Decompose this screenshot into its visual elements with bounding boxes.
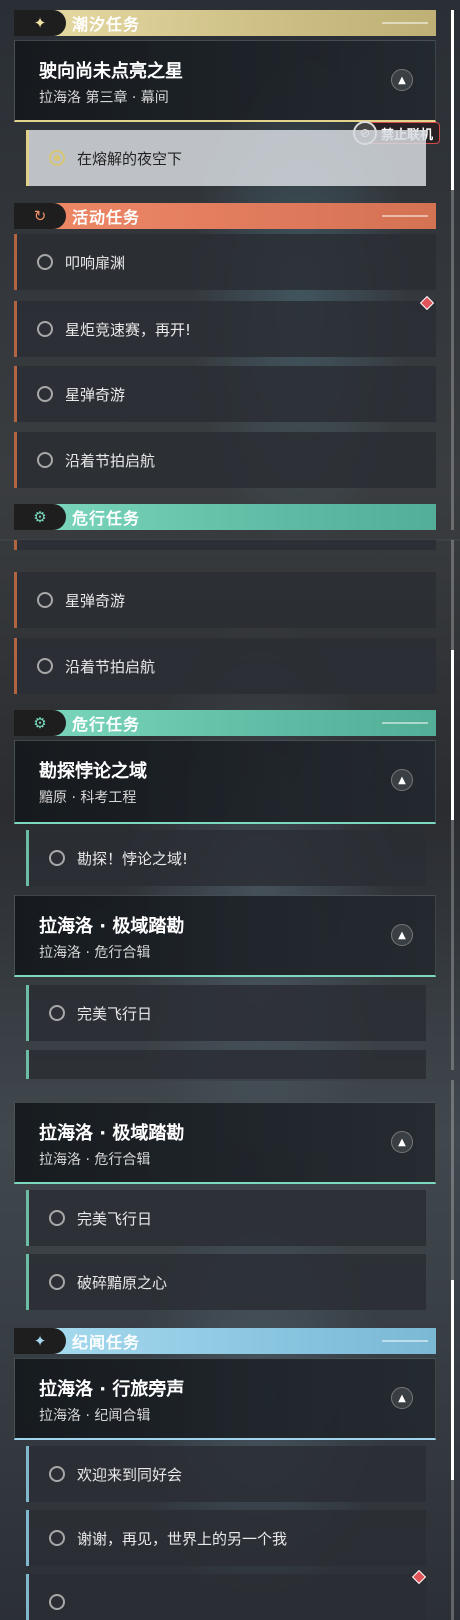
radio-icon (37, 321, 53, 337)
radio-icon (49, 1274, 65, 1290)
list-item-label: 沿着节拍启航 (65, 657, 156, 676)
quest-step-label: 勘探！悖论之域! (77, 849, 189, 868)
quest-step-item[interactable]: 在熔解的夜空下 (26, 130, 426, 186)
radio-icon (49, 850, 65, 866)
collapse-icon[interactable]: ▲ (391, 924, 413, 946)
danger-quest-title: 危行任务 (72, 715, 141, 734)
quest-card[interactable]: 拉海洛 · 极域踏勘 拉海洛 · 危行合辑 ▲ (14, 895, 436, 977)
scrollbar[interactable] (451, 1080, 454, 1620)
gear-eye-icon: ⚙ (14, 504, 66, 530)
scrollbar[interactable] (451, 540, 454, 1070)
activity-quest-title: 活动任务 (72, 208, 141, 227)
quest-card-subtitle: 拉海洛 · 危行合辑 (39, 1152, 151, 1168)
quest-card-title: 拉海洛 · 行旅旁声 (39, 1379, 185, 1400)
list-item[interactable]: 叩响扉渊 (14, 234, 436, 290)
quest-step-item[interactable]: 欢迎来到同好会 (26, 1446, 426, 1502)
tide-quest-header[interactable]: ✦ 潮汐任务 (14, 10, 436, 36)
screen-segment-1: ✦ 潮汐任务 驶向尚未点亮之星 拉海洛 第三章 · 幕间 ▲ ⊘ 禁止联机 在熔… (0, 0, 460, 540)
quest-step-item[interactable]: 勘探！悖论之域! (26, 830, 426, 886)
quest-step-item[interactable]: 谢谢，再见，世界上的另一个我 (26, 1510, 426, 1566)
radio-icon (49, 1005, 65, 1021)
quest-card-subtitle: 拉海洛 第三章 · 幕间 (39, 90, 169, 106)
header-decoration (382, 215, 428, 217)
radio-icon (49, 1210, 65, 1226)
quest-step-label: 破碎黯原之心 (77, 1273, 168, 1292)
quest-step-item[interactable]: 完美飞行日 (26, 985, 426, 1041)
screen-segment-3: 拉海洛 · 极域踏勘 拉海洛 · 危行合辑 ▲ 完美飞行日 破碎黯原之心 ✦ 纪… (0, 1080, 460, 1620)
quest-card[interactable]: 拉海洛 · 极域踏勘 拉海洛 · 危行合辑 ▲ (14, 1102, 436, 1184)
danger-quest-title: 危行任务 (72, 509, 141, 528)
screen-segment-2: 星弹奇游 沿着节拍启航 ⚙ 危行任务 勘探悖论之域 黯原 · 科考工程 ▲ 勘探… (0, 540, 460, 1080)
list-item-label: 星弹奇游 (65, 591, 126, 610)
list-item[interactable]: 星炬竞速赛，再开! (14, 301, 436, 357)
collapse-icon[interactable]: ▲ (391, 769, 413, 791)
quest-step-item[interactable] (26, 1050, 426, 1080)
list-item-label: 沿着节拍启航 (65, 451, 156, 470)
collapse-icon[interactable]: ▲ (391, 1131, 413, 1153)
radio-icon (37, 254, 53, 270)
header-decoration (382, 1340, 428, 1342)
lore-quest-header[interactable]: ✦ 纪闻任务 (14, 1328, 436, 1354)
quest-card-title: 拉海洛 · 极域踏勘 (39, 916, 185, 937)
list-item[interactable]: 沿着节拍启航 (14, 638, 436, 694)
quest-card-title: 驶向尚未点亮之星 (39, 61, 183, 82)
scrollbar[interactable] (451, 10, 454, 530)
quest-card[interactable]: 拉海洛 · 行旅旁声 拉海洛 · 纪闻合辑 ▲ (14, 1358, 436, 1440)
quest-step-label: 谢谢，再见，世界上的另一个我 (77, 1529, 288, 1548)
quest-card[interactable]: 驶向尚未点亮之星 拉海洛 第三章 · 幕间 ▲ (14, 40, 436, 122)
activity-quest-header[interactable]: ↻ 活动任务 (14, 203, 436, 229)
radio-icon (37, 386, 53, 402)
list-item[interactable]: 沿着节拍启航 (14, 432, 436, 488)
sparkle-icon: ✦ (14, 10, 66, 36)
quest-card-subtitle: 拉海洛 · 纪闻合辑 (39, 1408, 151, 1424)
list-item-label: 叩响扉渊 (65, 253, 126, 272)
collapse-icon[interactable]: ▲ (391, 1387, 413, 1409)
tracking-radio-icon (49, 150, 65, 166)
quest-step-label: 欢迎来到同好会 (77, 1465, 183, 1484)
header-decoration (382, 722, 428, 724)
radio-icon (37, 452, 53, 468)
danger-quest-header[interactable]: ⚙ 危行任务 (14, 710, 436, 736)
quest-step-item[interactable]: 完美飞行日 (26, 1190, 426, 1246)
radio-icon (37, 592, 53, 608)
lore-quest-title: 纪闻任务 (72, 1333, 141, 1352)
quest-step-item[interactable]: 破碎黯原之心 (26, 1254, 426, 1310)
quest-step-label: 在熔解的夜空下 (77, 149, 183, 168)
quest-card[interactable]: 勘探悖论之域 黯原 · 科考工程 ▲ (14, 740, 436, 824)
list-item[interactable]: 星弹奇游 (14, 366, 436, 422)
list-item[interactable]: 星弹奇游 (14, 572, 436, 628)
refresh-icon: ↻ (14, 203, 66, 229)
quest-card-subtitle: 拉海洛 · 危行合辑 (39, 945, 151, 961)
list-item[interactable] (14, 540, 436, 550)
header-decoration (382, 22, 428, 24)
scrollbar-thumb[interactable] (451, 10, 454, 190)
quest-card-title: 勘探悖论之域 (39, 761, 147, 782)
quest-card-subtitle: 黯原 · 科考工程 (39, 790, 137, 806)
gear-eye-icon: ⚙ (14, 710, 66, 736)
quest-step-label: 完美飞行日 (77, 1209, 153, 1228)
tide-quest-title: 潮汐任务 (72, 15, 141, 34)
quest-step-item[interactable] (26, 1574, 426, 1620)
list-item-label: 星弹奇游 (65, 385, 126, 404)
radio-icon (49, 1466, 65, 1482)
collapse-icon[interactable]: ▲ (391, 69, 413, 91)
list-item-label: 星炬竞速赛，再开! (65, 320, 192, 339)
quest-card-title: 拉海洛 · 极域踏勘 (39, 1123, 185, 1144)
quest-step-label: 完美飞行日 (77, 1004, 153, 1023)
sparkle-icon: ✦ (14, 1328, 66, 1354)
scrollbar-thumb[interactable] (451, 650, 454, 820)
radio-icon (49, 1530, 65, 1546)
radio-icon (37, 658, 53, 674)
scrollbar-thumb[interactable] (451, 1280, 454, 1480)
radio-icon (49, 1594, 65, 1610)
danger-quest-header[interactable]: ⚙ 危行任务 (14, 504, 436, 530)
